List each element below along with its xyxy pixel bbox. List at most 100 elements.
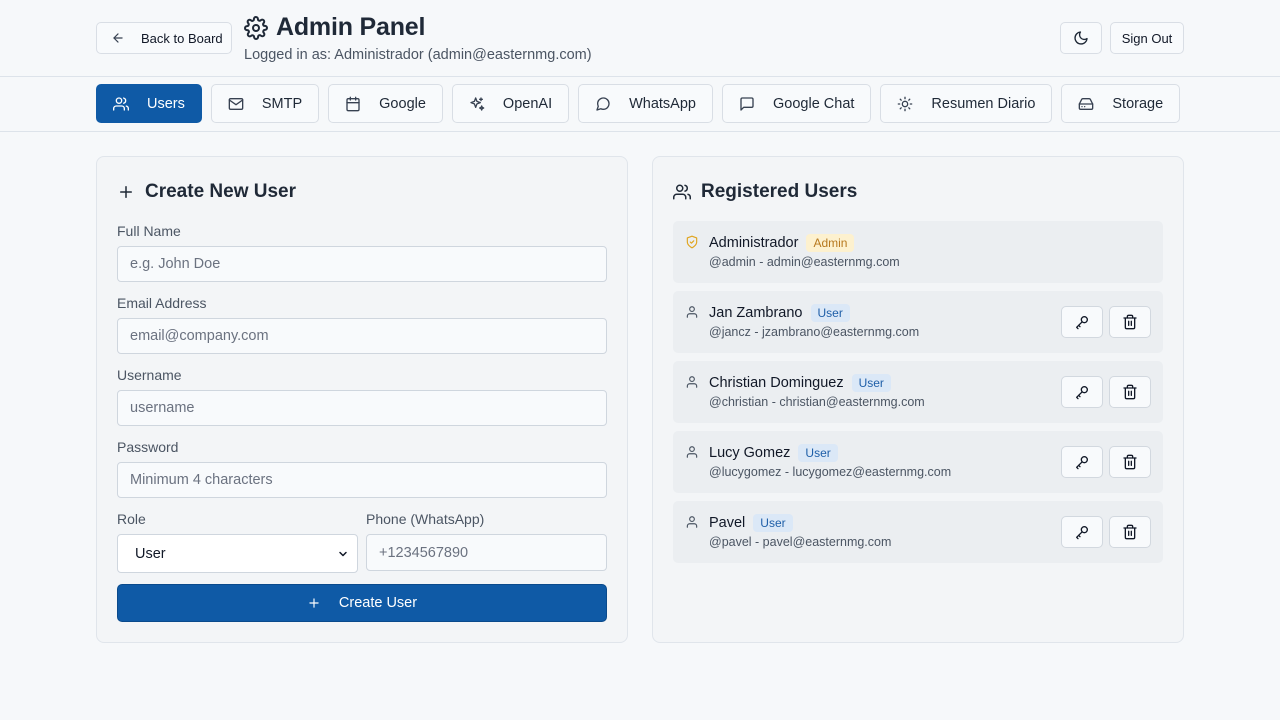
shield-check-icon	[685, 235, 699, 249]
trash-icon	[1122, 454, 1138, 470]
tab-users[interactable]: Users	[96, 84, 202, 123]
reset-password-button[interactable]	[1061, 376, 1103, 408]
user-list: Administrador Admin @admin - admin@easte…	[673, 221, 1163, 571]
user-row: Lucy Gomez User @lucygomez - lucygomez@e…	[673, 431, 1163, 493]
message-square-icon	[739, 96, 755, 112]
key-icon	[1074, 314, 1090, 330]
user-name: Christian Dominguez	[709, 375, 844, 391]
delete-user-button[interactable]	[1109, 516, 1151, 548]
create-user-button-label: Create User	[338, 595, 418, 611]
reset-password-button[interactable]	[1061, 446, 1103, 478]
hard-drive-icon	[1078, 96, 1094, 112]
phone-input[interactable]	[366, 534, 607, 571]
gear-icon	[244, 15, 268, 40]
username-input[interactable]	[117, 390, 607, 426]
key-icon	[1074, 454, 1090, 470]
registered-users-panel: Registered Users Administrador Admin @ad…	[652, 156, 1184, 643]
tab-whatsapp[interactable]: WhatsApp	[578, 84, 713, 123]
role-label: Role	[117, 511, 146, 527]
create-user-panel: Create New User Full Name Email Address …	[96, 156, 628, 643]
header: Back to Board Admin Panel Logged in as: …	[0, 0, 1280, 77]
tab-label: OpenAI	[502, 95, 553, 112]
tab-openai[interactable]: OpenAI	[451, 84, 570, 123]
logged-in-as-text: Logged in as: Administrador (admin@easte…	[244, 47, 592, 63]
user-name: Pavel	[709, 515, 746, 531]
tab-list: Users SMTP Google OpenAI WhatsApp Google…	[96, 84, 1181, 123]
registered-users-title: Registered Users	[701, 181, 858, 202]
role-badge: Admin	[806, 234, 855, 252]
tab-smtp[interactable]: SMTP	[210, 84, 320, 123]
user-meta: @pavel - pavel@easternmg.com	[709, 535, 892, 549]
tab-label: Google Chat	[773, 95, 855, 112]
arrow-left-icon	[111, 31, 125, 45]
create-user-header: Create New User	[117, 181, 296, 203]
registered-users-header: Registered Users	[673, 181, 857, 203]
full-name-label: Full Name	[117, 223, 181, 239]
calendar-icon	[345, 96, 361, 112]
mail-icon	[228, 96, 244, 112]
key-icon	[1074, 384, 1090, 400]
trash-icon	[1122, 314, 1138, 330]
phone-label: Phone (WhatsApp)	[366, 511, 485, 527]
user-row: Pavel User @pavel - pavel@easternmg.com	[673, 501, 1163, 563]
tab-label: SMTP	[261, 95, 303, 112]
moon-icon	[1073, 30, 1089, 46]
user-name: Lucy Gomez	[709, 445, 791, 461]
key-icon	[1074, 524, 1090, 540]
user-meta: @lucygomez - lucygomez@easternmg.com	[709, 465, 952, 479]
message-circle-icon	[595, 96, 611, 112]
role-badge: User	[851, 374, 891, 392]
tab-google-chat[interactable]: Google Chat	[722, 84, 872, 123]
email-label: Email Address	[117, 295, 207, 311]
sparkles-icon	[469, 96, 485, 112]
users-icon	[113, 96, 129, 112]
user-meta: @christian - christian@easternmg.com	[709, 395, 925, 409]
email-input[interactable]	[117, 318, 607, 354]
tabs-bar: Users SMTP Google OpenAI WhatsApp Google…	[0, 77, 1280, 132]
delete-user-button[interactable]	[1109, 376, 1151, 408]
chevron-down-icon	[337, 548, 349, 560]
create-user-button[interactable]: Create User	[117, 584, 607, 622]
user-row: Christian Dominguez User @christian - ch…	[673, 361, 1163, 423]
password-label: Password	[117, 439, 179, 455]
sign-out-button[interactable]: Sign Out	[1110, 22, 1184, 54]
theme-toggle-button[interactable]	[1060, 22, 1102, 54]
plus-icon	[307, 596, 321, 610]
tab-label: WhatsApp	[629, 95, 696, 112]
role-badge: User	[810, 304, 850, 322]
plus-icon	[117, 183, 135, 201]
trash-icon	[1122, 384, 1138, 400]
delete-user-button[interactable]	[1109, 446, 1151, 478]
trash-icon	[1122, 524, 1138, 540]
role-badge: User	[753, 514, 793, 532]
full-name-input[interactable]	[117, 246, 607, 282]
user-icon	[685, 305, 699, 319]
tab-label: Storage	[1112, 95, 1164, 112]
user-meta: @jancz - jzambrano@easternmg.com	[709, 325, 920, 339]
tab-label: Google	[379, 95, 426, 112]
user-name: Administrador	[709, 235, 799, 251]
tab-resumen-diario[interactable]: Resumen Diario	[880, 84, 1053, 123]
role-badge: User	[798, 444, 838, 462]
tab-google[interactable]: Google	[328, 84, 443, 123]
back-to-board-label: Back to Board	[141, 30, 223, 46]
user-meta: @admin - admin@easternmg.com	[709, 255, 900, 269]
reset-password-button[interactable]	[1061, 516, 1103, 548]
role-select[interactable]: User	[117, 534, 358, 573]
user-row: Jan Zambrano User @jancz - jzambrano@eas…	[673, 291, 1163, 353]
user-icon	[685, 375, 699, 389]
username-label: Username	[117, 367, 182, 383]
role-select-value: User	[135, 545, 166, 562]
create-user-title: Create New User	[145, 181, 297, 202]
page-title-block: Admin Panel Logged in as: Administrador …	[244, 13, 592, 63]
delete-user-button[interactable]	[1109, 306, 1151, 338]
sun-icon	[897, 96, 913, 112]
tab-label: Users	[147, 95, 185, 112]
reset-password-button[interactable]	[1061, 306, 1103, 338]
back-to-board-button[interactable]: Back to Board	[96, 22, 232, 54]
password-input[interactable]	[117, 462, 607, 498]
tab-storage[interactable]: Storage	[1061, 84, 1181, 123]
users-icon	[673, 183, 691, 201]
user-row: Administrador Admin @admin - admin@easte…	[673, 221, 1163, 283]
page-title: Admin Panel	[276, 13, 426, 41]
